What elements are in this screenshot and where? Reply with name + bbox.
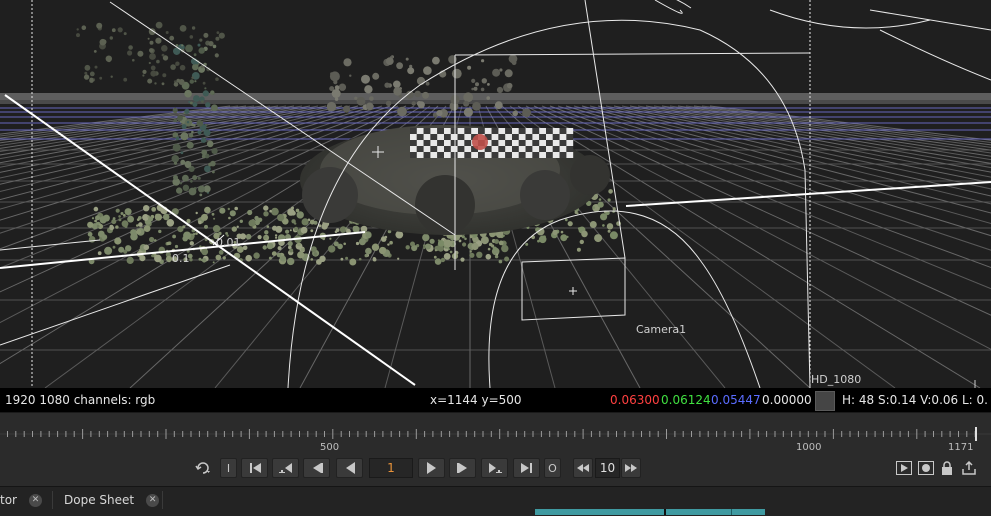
loop-icon[interactable] [193,458,215,478]
timeline-ruler[interactable]: 500 1000 1171 [0,412,991,457]
in-point-button[interactable]: I [220,458,237,478]
viewport-scene [0,0,991,388]
tab-dope-sheet-label: Dope Sheet [64,493,135,507]
next-frame-icon[interactable] [449,458,476,478]
tab-dope-sheet[interactable]: Dope Sheet ✕ [64,489,160,511]
format-label: HD_1080 [811,373,862,386]
export-icon[interactable] [960,458,978,478]
close-icon[interactable]: ✕ [146,493,160,507]
stop-icon[interactable] [917,458,935,478]
axis-label-0.1: 0.1 [172,252,190,265]
current-frame-field[interactable]: 1 [369,458,413,478]
go-to-start-icon[interactable] [241,458,268,478]
next-keyframe-icon[interactable] [481,458,508,478]
hsvl-text: H: 48 S:0.14 V:0.06 L: 0. [842,393,988,407]
prev-keyframe-icon[interactable] [272,458,299,478]
out-point-button[interactable]: O [544,458,561,478]
prev-frame-icon[interactable] [303,458,330,478]
camera-label: Camera1 [636,323,687,336]
tab-divider [162,491,163,509]
timeline-range-bar [535,509,765,515]
timeline-label-1000: 1000 [796,442,822,453]
green-value: 0.06124 [661,393,711,407]
cursor-position-text: x=1144 y=500 [430,393,522,407]
axis-label-0.01: 0.01 [216,236,241,249]
alpha-value: 0.00000 [762,393,812,407]
tab-editor[interactable]: tor ✕ [0,489,42,511]
color-swatch [815,391,835,411]
play-forward-icon[interactable] [418,458,445,478]
resolution-channels-text: 1920 1080 channels: rgb [5,393,156,407]
step-forward-icon[interactable] [621,458,641,478]
red-value: 0.06300 [610,393,660,407]
playback-controls: I 1 O 10 [0,456,991,486]
timeline-ticks [0,427,991,441]
viewer-info-bar: 1920 1080 channels: rgb x=1144 y=500 0.0… [0,388,991,412]
timeline-label-1171: 1171 [948,442,974,453]
timeline-label-500: 500 [320,442,340,453]
close-icon[interactable]: ✕ [28,493,42,507]
tab-editor-label: tor [0,493,17,507]
tab-divider [52,491,53,509]
panel-tab-bar: tor ✕ Dope Sheet ✕ [0,486,991,516]
go-to-end-icon[interactable] [513,458,540,478]
lock-icon[interactable] [939,458,955,478]
step-size-field[interactable]: 10 [595,458,620,478]
blue-value: 0.05447 [711,393,761,407]
step-back-icon[interactable] [573,458,593,478]
play-flipbook-icon[interactable] [895,458,913,478]
play-backward-icon[interactable] [336,458,363,478]
3d-viewport[interactable]: 0.1 0.01 Camera1 HD_1080 [0,0,991,388]
